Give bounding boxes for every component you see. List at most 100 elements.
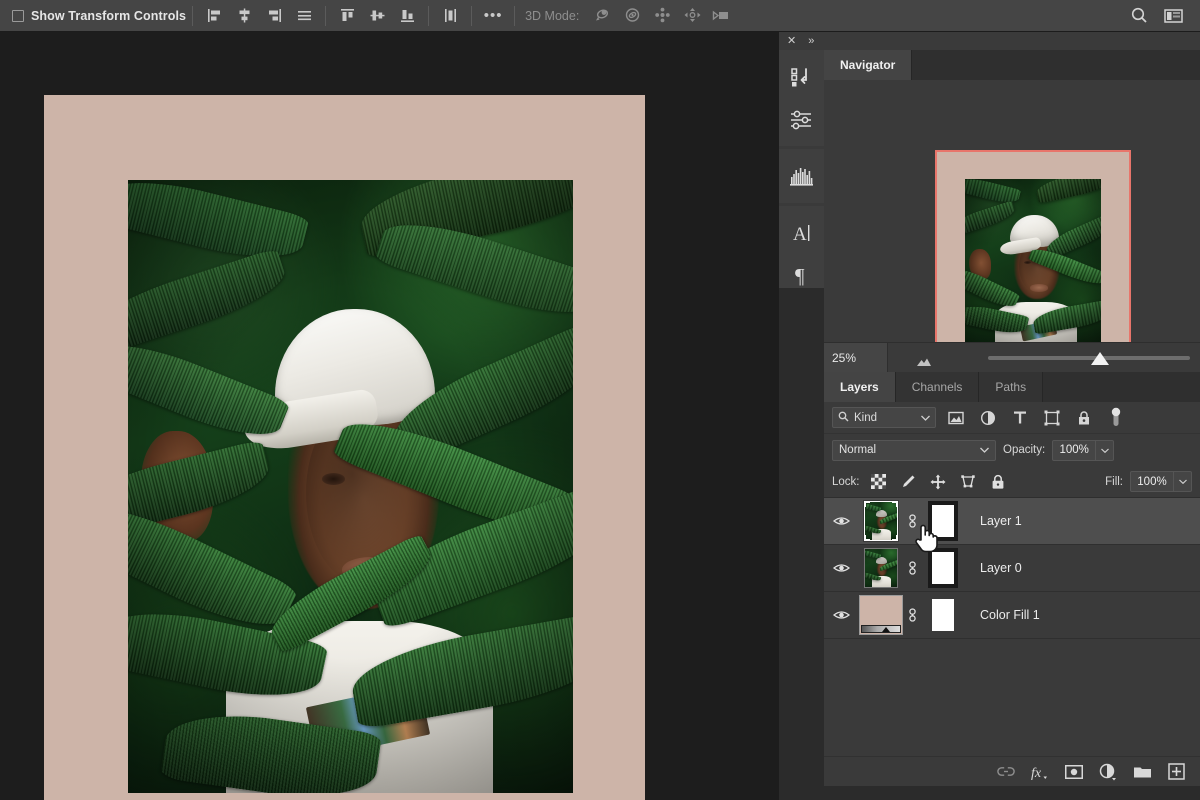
blend-mode-select[interactable]: Normal [832, 440, 996, 461]
document-artboard[interactable] [44, 95, 645, 800]
search-icon [838, 411, 849, 425]
layer-mask-cell[interactable] [920, 595, 966, 635]
expand-panels-icon[interactable]: » [808, 36, 814, 47]
shape-layer-filter-icon[interactable] [1039, 407, 1064, 429]
character-icon[interactable]: A [779, 212, 824, 254]
adjustments-icon[interactable] [779, 98, 824, 140]
link-layers-icon[interactable] [996, 762, 1016, 782]
tab-paths[interactable]: Paths [979, 372, 1043, 402]
new-adjustment-layer-icon[interactable] [1098, 762, 1118, 782]
divider [192, 6, 193, 26]
right-dock: ✕ » [779, 32, 1200, 800]
layer-mask-link-toggle[interactable] [904, 559, 920, 577]
search-icon[interactable] [1124, 3, 1154, 29]
mountain-small-icon[interactable] [916, 354, 932, 372]
close-icon[interactable]: ✕ [787, 36, 796, 47]
layer-thumbnail-cell[interactable] [858, 501, 904, 541]
tab-layers[interactable]: Layers [824, 372, 896, 402]
layer-thumbnail[interactable] [864, 548, 898, 588]
workspace-switcher-icon[interactable] [1158, 3, 1188, 29]
align-right-edges-icon[interactable] [259, 3, 289, 29]
layer-list[interactable]: Layer 1 [824, 498, 1200, 760]
dock-header: ✕ » [779, 32, 1200, 50]
table-row[interactable]: Layer 0 [824, 545, 1200, 592]
layer-name[interactable]: Layer 0 [966, 561, 1022, 575]
canvas-area[interactable] [0, 32, 779, 800]
zoom-percentage-field[interactable]: 25% [824, 343, 888, 373]
layer-visibility-toggle[interactable] [824, 609, 858, 621]
align-left-edges-icon[interactable] [199, 3, 229, 29]
distribute-top-edges-icon[interactable] [332, 3, 362, 29]
thumb-corner [892, 535, 898, 541]
lock-position-icon[interactable] [927, 471, 950, 493]
distribute-horizontal-centers-icon[interactable] [435, 3, 465, 29]
layers-panel: Layers Channels Paths Kind [824, 372, 1200, 800]
new-group-icon[interactable] [1132, 762, 1152, 782]
layer-thumbnail[interactable] [864, 501, 898, 541]
lock-artboard-nesting-icon[interactable] [957, 471, 980, 493]
new-layer-icon[interactable] [1166, 762, 1186, 782]
lock-image-pixels-icon[interactable] [897, 471, 920, 493]
filter-toggle-switch-icon[interactable] [1103, 407, 1128, 429]
add-layer-mask-icon[interactable] [1064, 762, 1084, 782]
layer-visibility-toggle[interactable] [824, 515, 858, 527]
layer-mask-link-toggle[interactable] [904, 606, 920, 624]
navigator-body[interactable] [824, 80, 1200, 368]
layer-name[interactable]: Layer 1 [966, 514, 1022, 528]
chevron-down-icon[interactable] [980, 444, 989, 456]
show-transform-controls-label: Show Transform Controls [31, 9, 186, 23]
history-actions-icon[interactable] [779, 56, 824, 98]
lock-all-icon[interactable] [987, 471, 1010, 493]
fill-chevron-down-icon[interactable] [1174, 471, 1192, 492]
table-row[interactable]: Color Fill 1 [824, 592, 1200, 639]
tab-channels[interactable]: Channels [896, 372, 980, 402]
3d-mode-label: 3D Mode: [525, 9, 579, 23]
divider [325, 6, 326, 26]
filter-kind-select[interactable]: Kind [832, 407, 936, 428]
pixel-layer-filter-icon[interactable] [943, 407, 968, 429]
more-options-label: ••• [484, 12, 503, 20]
layer-thumbnail-cell[interactable] [858, 548, 904, 588]
pan-3d-icon[interactable] [647, 3, 677, 29]
layer-visibility-toggle[interactable] [824, 562, 858, 574]
distribute-bottom-edges-icon[interactable] [392, 3, 422, 29]
fill-control[interactable]: 100% [1130, 471, 1192, 492]
zoom-slider[interactable] [888, 343, 1200, 373]
lock-row: Lock: Fill: 100% [824, 466, 1200, 498]
options-bar: Show Transform Controls [0, 0, 1200, 32]
align-horizontal-centers-icon[interactable] [229, 3, 259, 29]
layer-name[interactable]: Color Fill 1 [966, 608, 1040, 622]
fill-value[interactable]: 100% [1130, 471, 1174, 492]
zoom-camera-3d-icon[interactable] [707, 3, 737, 29]
more-options-button[interactable]: ••• [478, 3, 508, 29]
layer-style-fx-icon[interactable]: fx [1030, 762, 1050, 782]
svg-text:¶: ¶ [795, 264, 805, 287]
table-row[interactable]: Layer 1 [824, 498, 1200, 545]
adjustment-layer-filter-icon[interactable] [975, 407, 1000, 429]
tab-navigator[interactable]: Navigator [824, 50, 912, 80]
opacity-value[interactable]: 100% [1052, 440, 1096, 461]
lock-label: Lock: [832, 476, 860, 488]
photo-vignette [965, 179, 1101, 351]
layer-thumbnail-cell[interactable] [858, 595, 904, 635]
slide-3d-icon[interactable] [677, 3, 707, 29]
distribute-vertical-centers-icon[interactable] [362, 3, 392, 29]
checkbox-box[interactable] [12, 10, 24, 22]
lock-transparent-pixels-icon[interactable] [867, 471, 890, 493]
show-transform-controls-checkbox[interactable]: Show Transform Controls [0, 9, 186, 23]
zoom-slider-track[interactable] [988, 356, 1190, 360]
divider [471, 6, 472, 26]
svg-text:A: A [793, 224, 807, 245]
roll-3d-icon[interactable] [617, 3, 647, 29]
type-layer-filter-icon[interactable] [1007, 407, 1032, 429]
opacity-control[interactable]: 100% [1052, 440, 1114, 461]
smart-object-filter-icon[interactable] [1071, 407, 1096, 429]
chevron-down-icon[interactable] [921, 412, 930, 424]
histogram-icon[interactable] [779, 155, 824, 197]
layer-mask-thumbnail[interactable] [928, 595, 958, 635]
zoom-slider-handle[interactable] [1091, 352, 1109, 365]
opacity-chevron-down-icon[interactable] [1096, 440, 1114, 461]
align-top-edges-icon[interactable] [289, 3, 319, 29]
orbit-3d-icon[interactable] [587, 3, 617, 29]
solid-fill-thumbnail[interactable] [859, 595, 903, 635]
